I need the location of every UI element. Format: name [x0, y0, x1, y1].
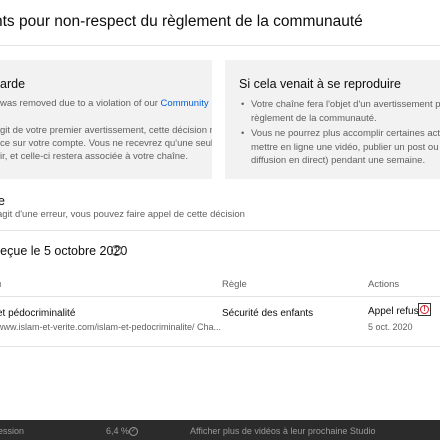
- info-icon[interactable]: i: [111, 245, 122, 256]
- column-header-rule: Règle: [222, 279, 247, 290]
- section-divider: [0, 230, 440, 231]
- repeat-consequences-card: Si cela venait à se reproduire Votre cha…: [225, 60, 440, 179]
- rule-name: Sécurité des enfants: [222, 308, 314, 319]
- video-url: www.islam-et-verite.com/islam-et-pedocri…: [0, 322, 222, 332]
- community-guidelines-link[interactable]: Community: [161, 98, 209, 109]
- check-circle-icon: ✓: [129, 427, 138, 436]
- appeal-date: 5 oct. 2020: [368, 322, 413, 332]
- strike-received-date: reçue le 5 octobre 2020: [0, 244, 128, 258]
- appeal-status-button[interactable]: !: [418, 303, 431, 316]
- warning-card-line-4: ir, et celle-ci restera associée à votre…: [0, 151, 188, 162]
- dialog-title: nts pour non-respect du règlement de la …: [0, 13, 363, 30]
- title-divider: [0, 45, 440, 46]
- column-header-video: u: [0, 279, 1, 290]
- bg-session-label: ession: [0, 426, 25, 436]
- table-bottom-divider: [0, 346, 440, 347]
- warning-card-title: arde: [0, 77, 26, 91]
- column-header-actions: Actions: [368, 279, 400, 290]
- appeal-status: Appel refusé: [368, 306, 425, 317]
- warning-card-line-2: git de votre premier avertissement, cett…: [0, 125, 212, 136]
- consequence-item: Vous ne pourrez plus accomplir certaines…: [239, 127, 440, 168]
- repeat-card-title: Si cela venait à se reproduire: [239, 77, 401, 91]
- consequences-list: Votre chaîne fera l'objet d'un avertisse…: [239, 98, 440, 170]
- bg-more-videos-text: Afficher plus de vidéos à leur prochaine…: [190, 426, 376, 436]
- warning-card-line-3: ce sur votre compte. Vous ne recevrez qu…: [0, 138, 212, 149]
- appeal-heading: e: [0, 194, 5, 208]
- background-page-strip: ession 6,4 % ✓ Afficher plus de vidéos à…: [0, 420, 440, 440]
- strikes-dialog: nts pour non-respect du règlement de la …: [0, 0, 440, 420]
- bg-percent: 6,4 %: [106, 426, 130, 436]
- warning-card-line-1: was removed due to a violation of our Co…: [0, 97, 209, 111]
- warning-card: arde was removed due to a violation of o…: [0, 60, 212, 179]
- video-title[interactable]: et pédocriminalité: [0, 308, 75, 319]
- appeal-description: agit d'une erreur, vous pouvez faire app…: [0, 209, 245, 220]
- table-header-divider: [0, 296, 440, 297]
- consequence-item: Votre chaîne fera l'objet d'un avertisse…: [239, 98, 440, 125]
- warning-card-line-1-text: was removed due to a violation of our: [0, 98, 161, 109]
- error-circle-icon: !: [420, 305, 429, 314]
